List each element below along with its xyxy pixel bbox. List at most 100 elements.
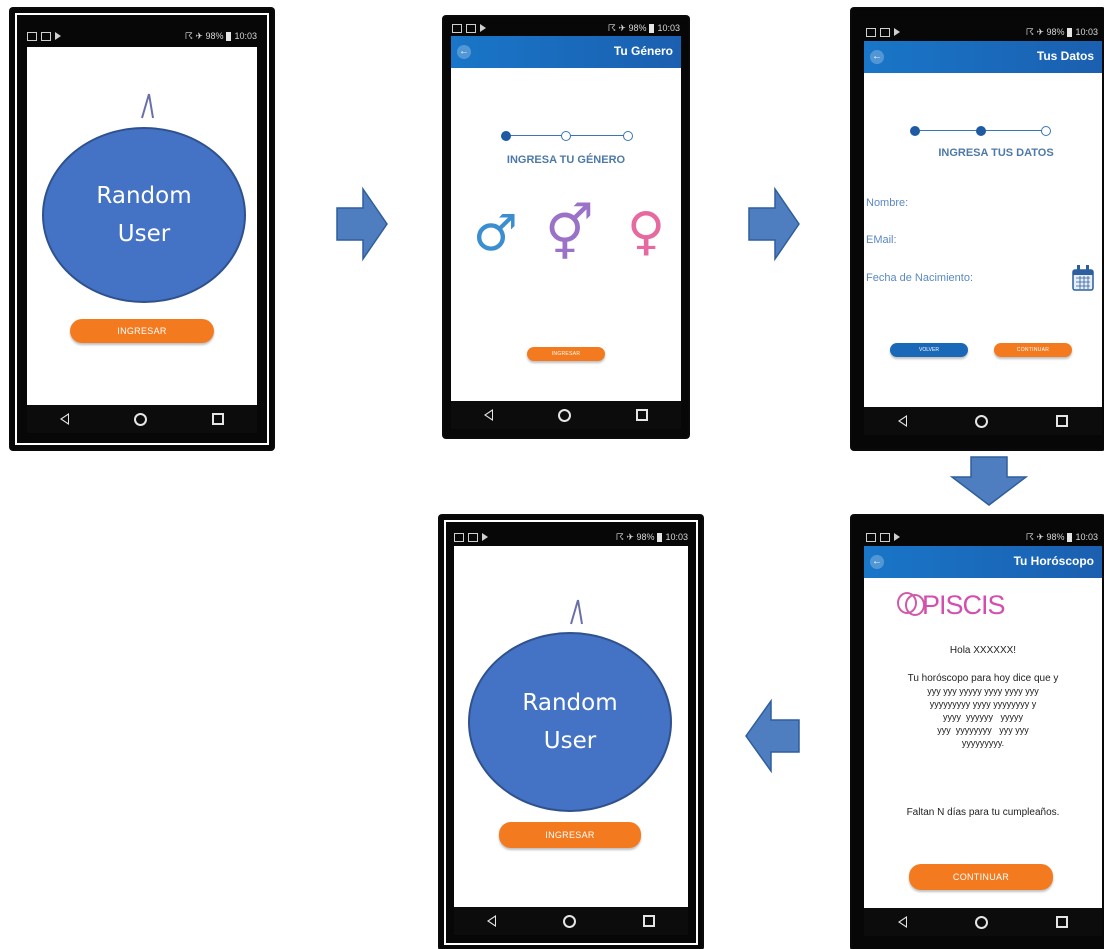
play-icon <box>894 28 900 36</box>
status-signal: ☈ ✈ 98% <box>615 531 655 542</box>
flow-arrow-right-1 <box>336 186 388 262</box>
intersex-symbol-icon[interactable]: ⚥ <box>545 202 594 265</box>
mail-icon <box>468 532 478 542</box>
flow-arrow-right-2 <box>748 186 800 262</box>
nav-back-icon[interactable] <box>898 415 907 427</box>
progress-stepper <box>910 126 1051 136</box>
circle-line-1: Random <box>522 690 618 716</box>
nav-recent-icon[interactable] <box>1056 415 1068 427</box>
app-bar: ← Tus Datos <box>864 41 1102 73</box>
sim-icon <box>454 532 464 542</box>
sim-icon <box>27 31 37 41</box>
status-time: 10:03 <box>234 31 257 41</box>
step-3-dot <box>1041 126 1051 136</box>
status-signal: ☈ ✈ 98% <box>1025 26 1065 37</box>
horoscope-line-1: Tu horóscopo para hoy dice que y <box>907 673 1059 684</box>
volver-button[interactable]: VOLVER <box>890 343 968 357</box>
status-signal: ☈ ✈ 98% <box>1025 531 1065 542</box>
status-signal: ☈ ✈ 98% <box>607 22 647 33</box>
nav-recent-icon[interactable] <box>212 413 225 425</box>
battery-icon <box>649 23 655 33</box>
page-title: Tu Horóscopo <box>1013 554 1094 568</box>
nav-recent-icon[interactable] <box>636 409 649 421</box>
page-title: Tu Género <box>613 44 673 58</box>
horoscope-line-2: yyy yyy yyyyy yyyy yyyy yyy <box>927 686 1039 696</box>
zodiac-sign-title: PISCIS <box>922 590 1006 620</box>
app-screen: ← Tus Datos INGRESA TUS DATOS Nombre: EM… <box>864 41 1102 407</box>
circle-line-2: User <box>117 221 171 247</box>
step-3-dot <box>623 131 633 141</box>
status-time: 10:03 <box>657 23 680 33</box>
status-time: 10:03 <box>1075 532 1098 542</box>
android-nav-bar <box>454 907 688 935</box>
status-bar: ☈ ✈ 98% 10:03 <box>866 528 1098 546</box>
status-time: 10:03 <box>1075 27 1098 37</box>
play-icon <box>894 533 900 541</box>
status-signal: ☈ ✈ 98% <box>184 30 224 41</box>
ingresar-button[interactable]: INGRESAR <box>499 822 641 848</box>
nav-recent-icon[interactable] <box>642 915 655 927</box>
random-user-circle: Random User <box>468 632 672 812</box>
app-logo-partial <box>570 599 583 625</box>
android-nav-bar <box>864 908 1102 936</box>
mail-icon <box>466 23 476 33</box>
mail-icon <box>41 31 51 41</box>
email-field-label[interactable]: EMail: <box>866 234 897 246</box>
step-1-dot <box>910 126 920 136</box>
battery-icon <box>1067 27 1073 37</box>
horoscope-line-3: yyyyyyyyy yyyy yyyyyyyy y <box>929 699 1037 709</box>
nav-home-icon[interactable] <box>557 408 571 422</box>
battery-icon <box>226 31 232 41</box>
continuar-button[interactable]: CONTINUAR <box>994 343 1072 357</box>
nav-home-icon[interactable] <box>562 914 576 928</box>
play-icon <box>480 24 486 32</box>
app-logo-partial <box>141 93 154 119</box>
nav-home-icon[interactable] <box>133 412 147 426</box>
continuar-button[interactable]: CONTINUAR <box>909 864 1053 890</box>
nav-back-icon[interactable] <box>898 916 907 928</box>
app-screen: ← Tu Género INGRESA TU GÉNERO ♂ ⚥ ♀ INGR… <box>451 36 681 401</box>
mail-icon <box>880 532 890 542</box>
step-label: INGRESA TU GÉNERO <box>506 154 626 166</box>
status-bar: ☈ ✈ 98% 10:03 <box>454 528 688 546</box>
phone-screen-data: ☈ ✈ 98% 10:03 ← Tus Datos INGRESA TUS DAT… <box>852 9 1104 449</box>
sim-icon <box>866 27 876 37</box>
nav-home-icon[interactable] <box>975 414 988 428</box>
status-time: 10:03 <box>665 532 688 542</box>
male-symbol-icon[interactable]: ♂ <box>473 204 518 262</box>
app-bar: ← Tu Género <box>451 36 681 68</box>
nav-back-icon[interactable] <box>483 409 493 421</box>
nav-back-icon[interactable] <box>487 915 497 927</box>
birthdate-field-label[interactable]: Fecha de Nacimiento: <box>866 272 973 284</box>
nav-recent-icon[interactable] <box>1056 916 1068 928</box>
status-bar: ☈ ✈ 98% 10:03 <box>27 25 257 47</box>
app-bar: ← Tu Horóscopo <box>864 546 1102 578</box>
status-bar: ☈ ✈ 98% 10:03 <box>452 19 680 37</box>
ingresar-button[interactable]: INGRESAR <box>70 319 214 343</box>
mail-icon <box>880 27 890 37</box>
horoscope-line-5: yyy yyyyyyyy yyy yyy <box>937 725 1029 735</box>
ingresar-button[interactable]: INGRESAR <box>527 347 605 361</box>
female-symbol-icon[interactable]: ♀ <box>627 202 665 262</box>
horoscope-line-6: yyyyyyyyy. <box>961 738 1005 748</box>
play-icon <box>55 32 61 40</box>
nav-back-icon[interactable] <box>59 413 69 425</box>
circle-line-2: User <box>543 728 597 754</box>
sim-icon <box>866 532 876 542</box>
step-2-dot <box>976 126 986 136</box>
status-bar: ☈ ✈ 98% 10:03 <box>866 23 1098 41</box>
nav-home-icon[interactable] <box>975 915 988 929</box>
android-nav-bar <box>864 407 1102 435</box>
step-1-dot <box>501 131 511 141</box>
back-arrow-icon[interactable]: ← <box>870 50 884 64</box>
flow-arrow-down <box>949 456 1029 506</box>
step-label: INGRESA TUS DATOS <box>938 147 1054 159</box>
name-field-label[interactable]: Nombre: <box>866 197 908 209</box>
progress-stepper <box>501 131 633 141</box>
greeting-text: Hola XXXXXX! <box>949 645 1017 656</box>
calendar-icon[interactable] <box>1071 264 1095 292</box>
circle-line-1: Random <box>96 183 192 209</box>
back-arrow-icon[interactable]: ← <box>870 555 884 569</box>
back-arrow-icon[interactable]: ← <box>457 45 471 59</box>
sim-icon <box>452 23 462 33</box>
